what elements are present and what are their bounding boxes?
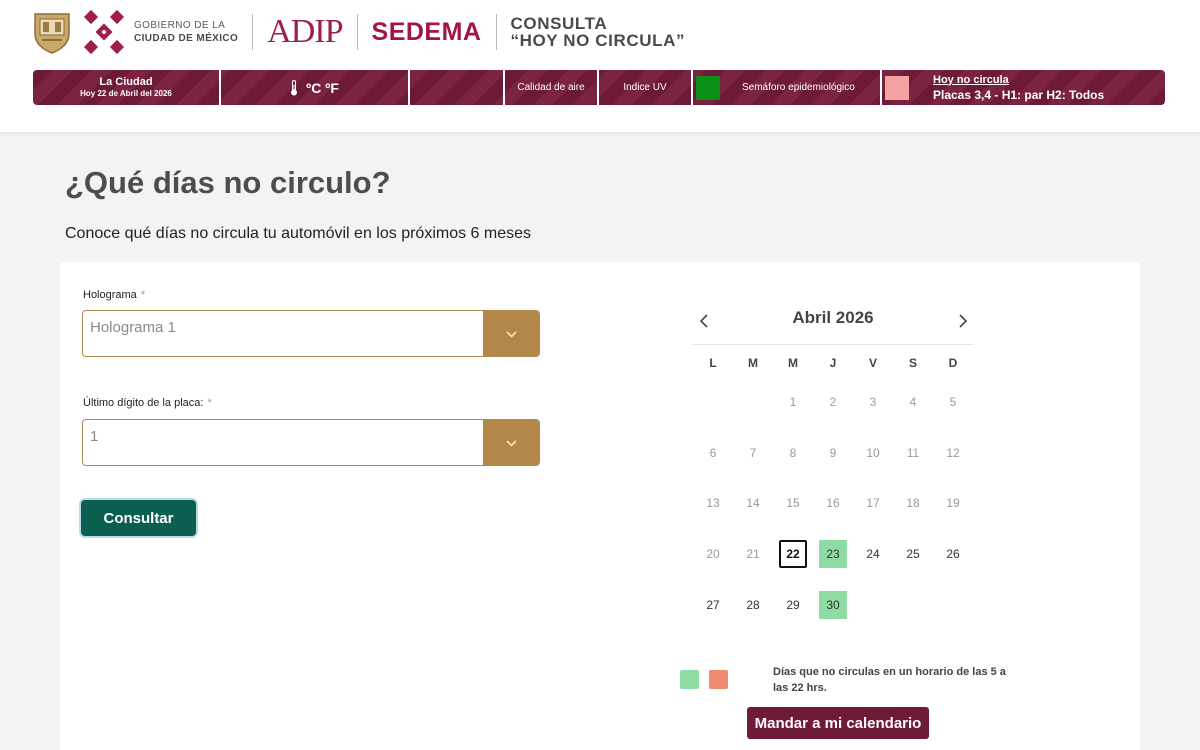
air-quality-cell[interactable]: Calidad de aire (505, 70, 599, 105)
semaforo-cell[interactable]: Semáforo epidemiológico (693, 70, 882, 105)
gobierno-line-1: GOBIERNO DE LA (134, 20, 226, 31)
calendar-day[interactable]: 2 (819, 388, 847, 416)
hologram-select[interactable]: Holograma 1 (82, 310, 540, 357)
weekday-header: M (788, 356, 798, 370)
city-title: La Ciudad (99, 75, 153, 88)
page-title: ¿Qué días no circulo? (65, 165, 391, 200)
semaforo-label: Semáforo epidemiológico (742, 82, 855, 93)
legend-green-swatch (680, 670, 699, 689)
chevron-right-icon (959, 314, 967, 328)
cdmx-logo-icon (83, 9, 125, 55)
hoy-no-circula-cell: Hoy no circula Placas 3,4 - H1: par H2: … (882, 70, 1165, 105)
hologram-label: Holograma * (83, 289, 146, 301)
divider (495, 14, 497, 50)
plate-digit-select[interactable]: 1 (82, 419, 540, 466)
calendar-day[interactable]: 21 (739, 540, 767, 568)
hologram-select-value: Holograma 1 (90, 319, 176, 336)
weekday-header: V (868, 356, 877, 370)
calendar-day[interactable]: 20 (699, 540, 727, 568)
calendar-day[interactable]: 8 (779, 439, 807, 467)
consulta-line-1: CONSULTA (510, 14, 608, 33)
temperature-units[interactable]: ºC ºF (306, 80, 339, 96)
uv-index-cell[interactable]: Indice UV (599, 70, 693, 105)
calendar-day[interactable]: 29 (779, 591, 807, 619)
hologram-dropdown-button[interactable] (483, 311, 539, 356)
weekday-header: J (829, 356, 837, 370)
calendar-day[interactable]: 30 (819, 591, 847, 619)
calendar-day[interactable]: 12 (939, 439, 967, 467)
calendar-day[interactable]: 27 (699, 591, 727, 619)
calendar-day[interactable]: 25 (899, 540, 927, 568)
send-to-calendar-button[interactable]: Mandar a mi calendario (747, 707, 929, 739)
chevron-down-icon (505, 331, 517, 338)
calendar-day[interactable]: 24 (859, 540, 887, 568)
hoy-no-circula-link[interactable]: Hoy no circula (933, 73, 1104, 88)
coat-of-arms-icon (34, 13, 70, 54)
digit-label: Último dígito de la placa: * (83, 397, 212, 409)
legend-text: Días que no circulas en un horario de la… (773, 666, 1006, 694)
hnc-text: Hoy no circula Placas 3,4 - H1: par H2: … (933, 73, 1104, 103)
calendar-day[interactable]: 1 (779, 388, 807, 416)
calendar-day[interactable]: 15 (779, 489, 807, 517)
hnc-detail: Placas 3,4 - H1: par H2: Todos (933, 87, 1105, 102)
calendar-day[interactable]: 14 (739, 489, 767, 517)
adip-logo: ADIP (267, 13, 343, 50)
calendar-day[interactable]: 7 (739, 439, 767, 467)
thermometer-icon (291, 79, 298, 95)
calendar-day[interactable]: 28 (739, 591, 767, 619)
calendar-day[interactable]: 13 (699, 489, 727, 517)
city-cell: La Ciudad Hoy 22 de Abril del 2026 (33, 70, 221, 105)
plate-digit-dropdown-button[interactable] (483, 420, 539, 465)
legend-red-swatch (709, 670, 728, 689)
logo-group: GOBIERNO DE LA CIUDAD DE MÉXICO ADIP SED… (32, 8, 685, 56)
temperature-cell[interactable]: ºC ºF (221, 70, 410, 105)
calendar-day[interactable]: 10 (859, 439, 887, 467)
calendar-day[interactable]: 19 (939, 489, 967, 517)
calendar-day[interactable]: 17 (859, 489, 887, 517)
calendar-month-label: Abril 2026 (792, 308, 874, 327)
sedema-logo: SEDEMA (371, 17, 482, 46)
calendar-day[interactable]: 3 (859, 388, 887, 416)
calendar-day[interactable]: 4 (899, 388, 927, 416)
calendar-day[interactable]: 18 (899, 489, 927, 517)
calendar-divider (693, 344, 973, 345)
calendar-day[interactable]: 5 (939, 388, 967, 416)
hnc-status-indicator (885, 75, 909, 100)
page-subtitle: Conoce qué días no circula tu automóvil … (65, 225, 532, 242)
calendar-next-button[interactable] (956, 312, 970, 330)
calendar-day-today[interactable]: 22 (779, 540, 807, 568)
consultar-button[interactable]: Consultar (81, 500, 196, 536)
consulta-line-2: “HOY NO CIRCULA” (510, 31, 686, 50)
weekday-header: S (908, 356, 917, 370)
consulta-title: CONSULTA “HOY NO CIRCULA” (511, 15, 686, 49)
calendar-day[interactable]: 23 (819, 540, 847, 568)
calendar-day[interactable]: 26 (939, 540, 967, 568)
city-date: Hoy 22 de Abril del 2026 (80, 88, 172, 98)
calendar-day[interactable]: 6 (699, 439, 727, 467)
weekday-header: D (948, 356, 958, 370)
info-bar: La Ciudad Hoy 22 de Abril del 2026 ºC ºF… (33, 70, 1165, 105)
site-header: GOBIERNO DE LA CIUDAD DE MÉXICO ADIP SED… (0, 0, 1200, 133)
gobierno-cdmx-text: GOBIERNO DE LA CIUDAD DE MÉXICO (134, 19, 238, 45)
calendar-day[interactable]: 11 (899, 439, 927, 467)
divider (356, 14, 358, 50)
divider (252, 14, 254, 50)
air-quality-label: Calidad de aire (517, 82, 585, 93)
calendar-day[interactable]: 16 (819, 489, 847, 517)
uv-index-label: Indice UV (623, 82, 667, 93)
plate-digit-select-value: 1 (90, 428, 99, 445)
weekday-header: M (748, 356, 758, 370)
weekday-header: L (709, 356, 717, 370)
blank-cell (410, 70, 505, 105)
gobierno-line-2: CIUDAD DE MÉXICO (134, 33, 239, 44)
semaforo-status-indicator (696, 75, 720, 100)
chevron-down-icon (505, 440, 517, 447)
calendar-day[interactable]: 9 (819, 439, 847, 467)
